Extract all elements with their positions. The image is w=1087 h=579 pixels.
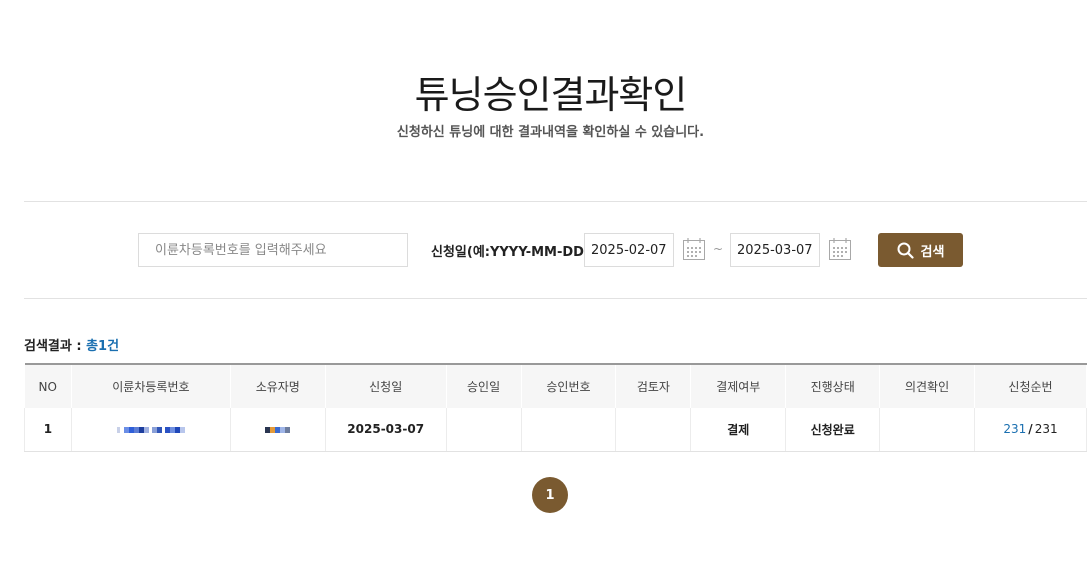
cell-reviewer xyxy=(615,408,692,452)
result-count: 검색결과 : 총1건 xyxy=(24,335,119,354)
result-table: NO 이륜차등록번호 소유자명 신청일 승인일 승인번호 검토자 결제여부 진행… xyxy=(24,363,1087,452)
page-subtitle: 신청하신 튜닝에 대한 결과내역을 확인하실 수 있습니다. xyxy=(396,125,705,140)
cell-status: 신청완료 xyxy=(785,408,881,452)
column-header: 의견확인 xyxy=(879,363,975,408)
cell-approval-number xyxy=(521,408,617,452)
cell-sequence: 231/231 xyxy=(974,408,1087,452)
divider xyxy=(24,298,1087,299)
column-header: 검토자 xyxy=(615,363,692,408)
search-button[interactable]: 검색 xyxy=(878,233,963,267)
column-header: 승인번호 xyxy=(521,363,617,408)
column-header: 이륜차등록번호 xyxy=(71,363,231,408)
date-to-input[interactable] xyxy=(730,233,820,267)
redacted-owner-name xyxy=(265,426,291,433)
divider xyxy=(24,201,1087,202)
sequence-total: 231 xyxy=(1034,422,1058,437)
cell-reg-number xyxy=(71,408,231,452)
column-header: 승인일 xyxy=(446,363,522,408)
column-header: 신청일 xyxy=(325,363,447,408)
page-title: 튜닝승인결과확인 xyxy=(414,73,688,117)
search-icon xyxy=(897,242,914,259)
cell-no: 1 xyxy=(24,408,72,452)
calendar-icon[interactable] xyxy=(828,237,852,261)
sequence-separator: / xyxy=(1028,422,1033,437)
date-from-input[interactable] xyxy=(584,233,674,267)
cell-owner xyxy=(230,408,326,452)
cell-approved-date xyxy=(446,408,522,452)
cell-payment: 결제 xyxy=(690,408,787,452)
cell-opinion[interactable] xyxy=(879,408,975,452)
cell-applied-date: 2025-03-07 xyxy=(325,408,447,452)
result-count-label: 검색결과 : xyxy=(24,339,87,354)
column-header: 결제여부 xyxy=(690,363,787,408)
redacted-registration-number xyxy=(116,426,185,433)
result-count-value: 총1건 xyxy=(86,339,120,354)
date-label: 신청일(예:YYYY-MM-DD) xyxy=(431,245,590,260)
search-button-label: 검색 xyxy=(920,244,945,260)
calendar-icon[interactable] xyxy=(682,237,706,261)
column-header: 진행상태 xyxy=(785,363,881,408)
registration-number-input[interactable] xyxy=(138,233,408,267)
date-separator: ~ xyxy=(713,242,724,256)
table-row[interactable]: 1 2025-03-07 결제 신청완료 231/231 xyxy=(24,408,1087,452)
column-header: 신청순번 xyxy=(974,363,1087,408)
pagination-page-button[interactable]: 1 xyxy=(532,477,568,513)
sequence-current: 231 xyxy=(1003,422,1027,437)
table-header-row: NO 이륜차등록번호 소유자명 신청일 승인일 승인번호 검토자 결제여부 진행… xyxy=(24,363,1087,408)
column-header: NO xyxy=(24,363,72,408)
column-header: 소유자명 xyxy=(230,363,326,408)
